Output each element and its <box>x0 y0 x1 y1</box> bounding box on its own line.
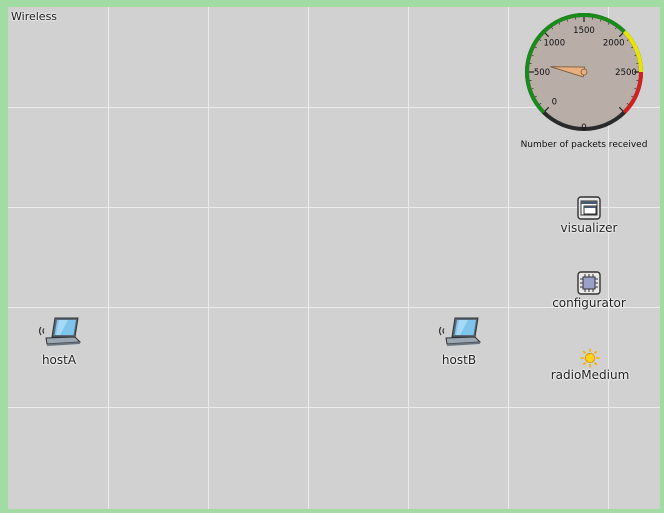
grid-line <box>8 207 660 208</box>
node-label: visualizer <box>560 221 618 235</box>
chip-icon <box>577 271 601 295</box>
gauge-caption: Number of packets received <box>520 140 648 150</box>
grid-line <box>108 7 109 509</box>
gauge-tick-label: 0 <box>552 98 557 108</box>
node-configurator[interactable]: configurator <box>552 271 626 310</box>
grid-line <box>508 7 509 509</box>
node-visualizer[interactable]: visualizer <box>561 196 617 235</box>
gauge-tick-label: 2000 <box>603 38 625 48</box>
gauge-tick-label: 500 <box>534 68 550 78</box>
grid-line <box>408 7 409 509</box>
packets-gauge[interactable]: 0 500 1000 1500 2000 2500 0 Number of packets … <box>521 12 647 152</box>
grid-line <box>308 7 309 509</box>
node-hostB[interactable]: hostB <box>438 315 482 367</box>
window-frame: Wireless hostA hostB visualizer configur… <box>0 0 664 513</box>
node-hostA[interactable]: hostA <box>38 315 82 367</box>
window-icon <box>577 196 601 220</box>
gauge-readout: 0 <box>581 123 586 133</box>
gauge-tick-label: 1000 <box>543 38 565 48</box>
laptop-icon <box>38 317 82 346</box>
node-label: hostA <box>41 353 77 367</box>
network-title: Wireless <box>11 10 58 23</box>
node-label: hostB <box>441 353 477 367</box>
node-label: configurator <box>552 296 626 310</box>
laptop-icon <box>438 317 482 346</box>
grid-line <box>8 407 660 408</box>
gauge-tick-label: 1500 <box>573 26 595 36</box>
gauge-tick-label: 2500 <box>615 68 637 78</box>
gauge-hub <box>580 68 588 76</box>
grid-line <box>208 7 209 509</box>
sun-icon <box>580 348 600 368</box>
node-label: radioMedium <box>550 368 630 382</box>
gauge-dial: 0 500 1000 1500 2000 2500 0 <box>525 13 643 133</box>
node-radioMedium[interactable]: radioMedium <box>551 348 629 382</box>
